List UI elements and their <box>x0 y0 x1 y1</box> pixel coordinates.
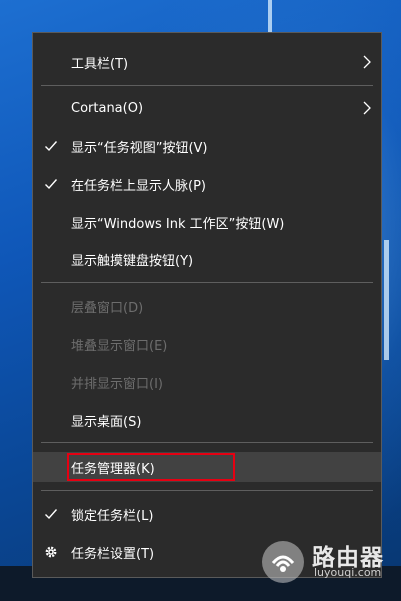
checkmark-icon <box>45 509 58 520</box>
menu-separator <box>41 490 373 491</box>
menu-item-show-windows-ink[interactable]: 显示“Windows Ink 工作区”按钮(W) <box>33 207 381 237</box>
menu-item-show-touch-keyboard[interactable]: 显示触摸键盘按钮(Y) <box>33 244 381 274</box>
menu-item-cascade-windows[interactable]: 层叠窗口(D) <box>33 291 381 321</box>
menu-item-lock-taskbar[interactable]: 锁定任务栏(L) <box>33 499 381 529</box>
gear-icon <box>45 546 57 558</box>
menu-item-label: 显示“任务视图”按钮(V) <box>71 140 208 156</box>
chevron-right-icon <box>363 55 371 69</box>
menu-separator <box>41 85 373 86</box>
menu-item-cortana[interactable]: Cortana(O) <box>33 93 381 123</box>
checkmark-icon <box>45 141 58 152</box>
watermark-logo <box>262 541 304 583</box>
menu-item-label: 层叠窗口(D) <box>71 300 144 316</box>
taskbar-context-menu: 工具栏(T) Cortana(O) 显示“任务视图”按钮(V) 在任务栏上显示人… <box>32 32 382 578</box>
menu-separator <box>41 442 373 443</box>
menu-item-side-by-side-windows[interactable]: 并排显示窗口(I) <box>33 367 381 397</box>
menu-item-stack-windows[interactable]: 堆叠显示窗口(E) <box>33 329 381 359</box>
menu-separator <box>41 282 373 283</box>
menu-item-label: Cortana(O) <box>71 100 144 116</box>
menu-item-label: 任务栏设置(T) <box>71 546 155 562</box>
chevron-right-icon <box>363 101 371 115</box>
menu-item-show-desktop[interactable]: 显示桌面(S) <box>33 405 381 435</box>
checkmark-icon <box>45 179 58 190</box>
menu-item-label: 堆叠显示窗口(E) <box>71 338 168 354</box>
menu-item-label: 并排显示窗口(I) <box>71 376 163 392</box>
router-logo-icon <box>271 555 295 572</box>
menu-item-label: 工具栏(T) <box>71 56 129 72</box>
menu-item-toolbars[interactable]: 工具栏(T) <box>33 47 381 77</box>
menu-item-label: 在任务栏上显示人脉(P) <box>71 178 206 194</box>
wallpaper-light-beam <box>384 240 389 360</box>
menu-item-label: 锁定任务栏(L) <box>71 508 154 524</box>
menu-item-label: 显示桌面(S) <box>71 414 142 430</box>
menu-item-label: 显示“Windows Ink 工作区”按钮(W) <box>71 216 285 232</box>
watermark-domain: luyouqi.com <box>314 566 382 579</box>
menu-item-show-task-view[interactable]: 显示“任务视图”按钮(V) <box>33 131 381 161</box>
annotation-highlight-box <box>67 453 235 481</box>
menu-item-label: 显示触摸键盘按钮(Y) <box>71 253 194 269</box>
menu-item-show-people[interactable]: 在任务栏上显示人脉(P) <box>33 169 381 199</box>
